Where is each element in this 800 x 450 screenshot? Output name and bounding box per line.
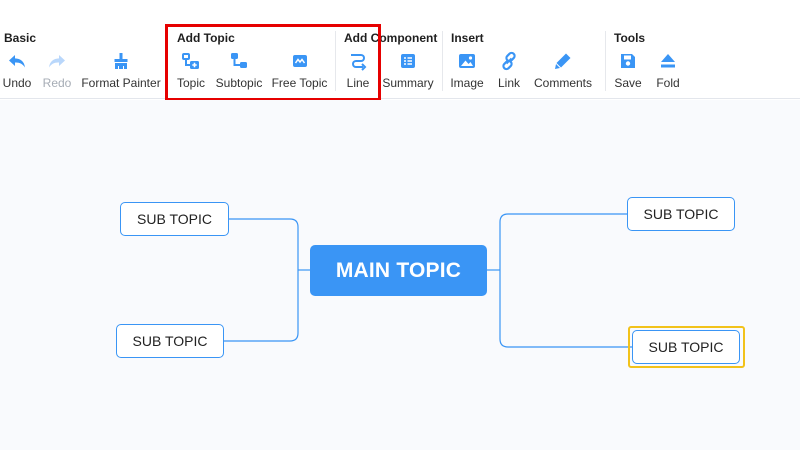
redo-label: Redo [42,76,72,90]
topic-label: Topic [176,76,205,90]
redo-button[interactable]: Redo [43,50,71,94]
save-button[interactable]: Save [614,50,642,94]
fold-button[interactable]: Fold [654,50,682,94]
group-separator [605,31,606,91]
undo-button[interactable]: Undo [3,50,31,94]
link-label: Link [497,76,520,90]
subtopic-icon [228,50,250,72]
subtopic-node-left-2[interactable]: SUB TOPIC [116,324,224,358]
image-button[interactable]: Image [450,50,484,94]
link-button[interactable]: Link [497,50,521,94]
group-separator [442,31,443,91]
line-icon [347,50,369,72]
topic-icon [180,50,202,72]
group-title-basic: Basic [4,31,37,45]
topic-button[interactable]: Topic [176,50,206,94]
comments-button[interactable]: Comments [534,50,592,94]
summary-button[interactable]: Summary [382,50,434,94]
format-painter-label: Format Painter [81,76,161,90]
subtopic-node-right-1[interactable]: SUB TOPIC [627,197,735,231]
undo-icon [6,50,28,72]
fold-label: Fold [656,76,680,90]
subtopic-label: Subtopic [215,76,263,90]
main-topic-node[interactable]: MAIN TOPIC [310,245,487,296]
group-separator [167,31,168,91]
comments-label: Comments [534,76,593,90]
group-title-add-component: Add Component [344,31,438,45]
group-separator [335,31,336,91]
save-icon [617,50,639,72]
group-title-insert: Insert [451,31,484,45]
group-title-tools: Tools [614,31,646,45]
mindmap-canvas[interactable]: MAIN TOPIC SUB TOPIC SUB TOPIC SUB TOPIC… [0,100,800,450]
group-title-add-topic: Add Topic [177,31,235,45]
summary-icon [397,50,419,72]
redo-icon [46,50,68,72]
free-topic-label: Free Topic [271,76,328,90]
undo-label: Undo [2,76,32,90]
line-button[interactable]: Line [345,50,371,94]
save-label: Save [614,76,642,90]
subtopic-button[interactable]: Subtopic [216,50,262,94]
pen-icon [552,50,574,72]
subtopic-node-left-1[interactable]: SUB TOPIC [120,202,229,236]
line-label: Line [346,76,370,90]
brush-icon [110,50,132,72]
link-icon [498,50,520,72]
subtopic-node-right-2[interactable]: SUB TOPIC [632,330,740,364]
image-icon [456,50,478,72]
toolbar: Basic Add Topic Add Component Insert Too… [0,0,800,101]
fold-icon [657,50,679,72]
image-label: Image [450,76,484,90]
format-painter-button[interactable]: Format Painter [81,50,161,94]
free-topic-button[interactable]: Free Topic [272,50,327,94]
summary-label: Summary [382,76,434,90]
free-topic-icon [289,50,311,72]
